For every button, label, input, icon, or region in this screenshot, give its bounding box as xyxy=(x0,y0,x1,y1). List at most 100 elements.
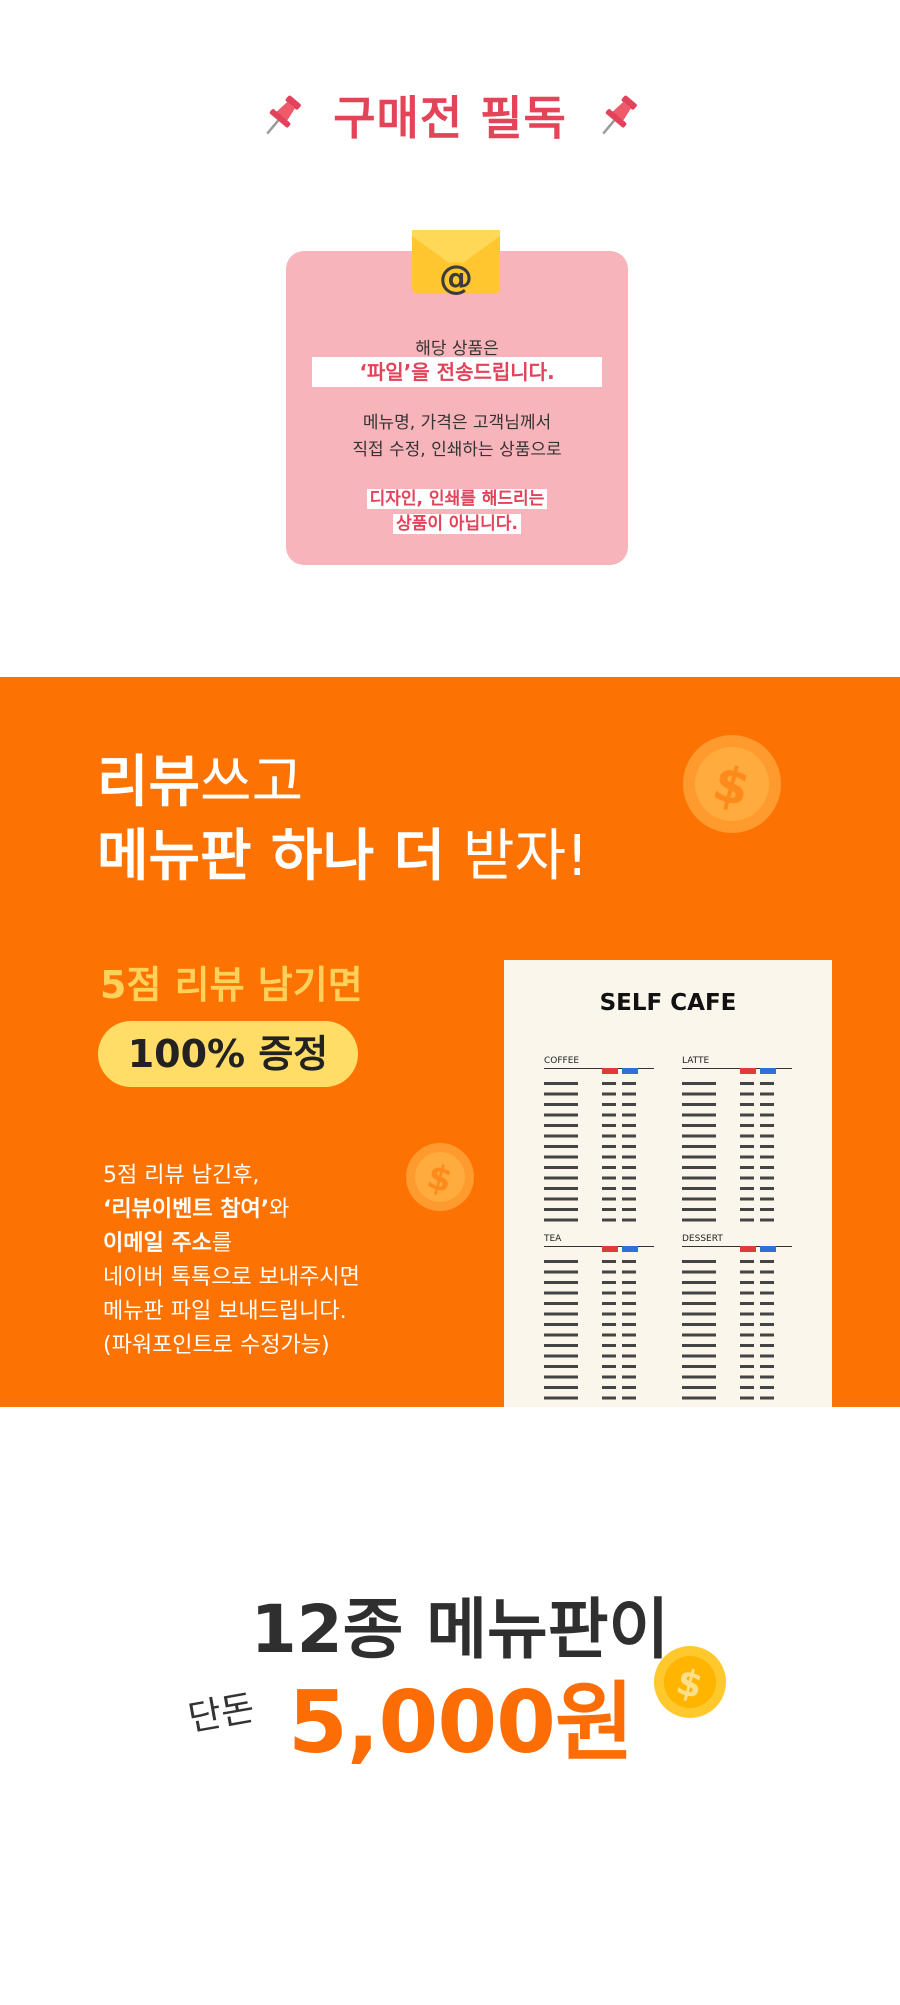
menu-item-line xyxy=(544,1365,578,1368)
instruction-rest: 와 xyxy=(269,1197,290,1222)
dollar-coin-icon: $ xyxy=(406,1143,474,1211)
menu-item-line xyxy=(602,1082,616,1085)
menu-item-line xyxy=(622,1260,636,1263)
menu-item-line xyxy=(544,1166,578,1169)
event-instructions: 5점 리뷰 남긴후, ‘리뷰이벤트 참여’와 이메일 주소를 네이버 톡톡으로 … xyxy=(103,1159,360,1363)
menu-item-line xyxy=(544,1375,578,1379)
menu-item-line xyxy=(544,1113,578,1117)
headline-light: 받자! xyxy=(462,824,589,889)
menu-item-line xyxy=(602,1260,616,1263)
menu-item-line xyxy=(760,1197,774,1201)
menu-item-line xyxy=(544,1134,578,1138)
menu-item-line xyxy=(544,1197,578,1201)
menu-item-line xyxy=(544,1291,578,1295)
menu-item-line xyxy=(760,1155,774,1159)
menu-item-line xyxy=(760,1323,774,1326)
menu-item-line xyxy=(544,1312,578,1316)
menu-item-line xyxy=(760,1365,774,1368)
menu-item-line xyxy=(760,1145,774,1148)
event-headline-1: 리뷰쓰고 xyxy=(97,751,303,815)
menu-item-lines xyxy=(544,1068,776,1400)
menu-item-line xyxy=(682,1344,716,1347)
headline-bold: 메뉴판 하나 더 xyxy=(97,824,446,889)
menu-item-line xyxy=(682,1187,716,1190)
menu-item-line xyxy=(740,1396,754,1400)
instruction-line: 5점 리뷰 남긴후, xyxy=(103,1163,260,1188)
menu-item-line xyxy=(682,1208,716,1211)
headline-bold: 리뷰 xyxy=(97,750,201,815)
menu-item-line xyxy=(622,1113,636,1117)
hot-badge xyxy=(740,1068,756,1074)
menu-item-line xyxy=(740,1302,754,1305)
menu-item-line xyxy=(760,1302,774,1305)
menu-item-line xyxy=(760,1281,774,1284)
menu-item-line xyxy=(740,1166,754,1169)
price-only-label: 단돈 xyxy=(185,1687,258,1740)
menu-item-line xyxy=(760,1333,774,1337)
menu-item-line xyxy=(760,1396,774,1400)
hot-badge xyxy=(740,1246,756,1252)
menu-item-line xyxy=(602,1176,616,1180)
menu-item-line xyxy=(740,1323,754,1326)
menu-item-line xyxy=(760,1134,774,1138)
menu-item-line xyxy=(740,1208,754,1211)
card-highlight-box: ‘파일’을 전송드립니다. xyxy=(312,357,602,387)
menu-item-line xyxy=(602,1312,616,1316)
menu-item-line xyxy=(602,1113,616,1117)
menu-item-line xyxy=(740,1092,754,1096)
menu-item-line xyxy=(622,1166,636,1169)
menu-item-line xyxy=(622,1134,636,1138)
menu-item-line xyxy=(682,1396,716,1400)
menu-item-line xyxy=(740,1197,754,1201)
menu-item-line xyxy=(602,1365,616,1368)
event-subheading: 5점 리뷰 남기면 xyxy=(100,963,363,1007)
menu-item-line xyxy=(622,1145,636,1148)
menu-item-line xyxy=(760,1312,774,1316)
menu-item-line xyxy=(544,1155,578,1159)
menu-item-line xyxy=(622,1302,636,1305)
notice-title-text: 구매전 필독 xyxy=(333,91,567,145)
menu-item-line xyxy=(760,1113,774,1117)
instruction-bold: ‘리뷰이벤트 참여’ xyxy=(103,1197,270,1222)
menu-item-line xyxy=(740,1176,754,1180)
ice-badge xyxy=(760,1246,776,1252)
menu-item-line xyxy=(760,1375,774,1379)
menu-item-line xyxy=(544,1176,578,1180)
menu-item-line xyxy=(622,1365,636,1368)
menu-item-line xyxy=(682,1124,716,1127)
menu-item-line xyxy=(622,1291,636,1295)
menu-item-line xyxy=(602,1344,616,1347)
menu-item-line xyxy=(602,1375,616,1379)
card-line-4: 직접 수정, 인쇄하는 상품으로 xyxy=(352,440,562,460)
menu-item-line xyxy=(740,1187,754,1190)
menu-item-line xyxy=(740,1375,754,1379)
menu-item-line xyxy=(602,1197,616,1201)
menu-item-line xyxy=(740,1354,754,1358)
menu-item-line xyxy=(740,1103,754,1106)
menu-item-line xyxy=(740,1155,754,1159)
menu-item-line xyxy=(622,1333,636,1337)
instruction-line: 이메일 주소를 xyxy=(103,1227,360,1261)
menu-item-line xyxy=(544,1281,578,1284)
menu-item-line xyxy=(602,1281,616,1284)
menu-item-line xyxy=(622,1197,636,1201)
menu-item-line xyxy=(602,1396,616,1400)
menu-item-line xyxy=(544,1103,578,1106)
menu-item-line xyxy=(740,1365,754,1368)
menu-item-line xyxy=(760,1187,774,1190)
menu-item-line xyxy=(760,1124,774,1127)
menu-item-line xyxy=(760,1270,774,1274)
menu-item-line xyxy=(740,1218,754,1222)
menu-item-line xyxy=(622,1124,636,1127)
menu-item-line xyxy=(622,1354,636,1358)
card-line-6: 상품이 아닙니다. xyxy=(393,514,521,534)
menu-item-line xyxy=(544,1218,578,1222)
menu-item-line xyxy=(682,1166,716,1169)
menu-item-line xyxy=(760,1208,774,1211)
pushpin-icon xyxy=(258,91,306,152)
review-event-banner: $ $ 리뷰쓰고 메뉴판 하나 더 받자! 5점 리뷰 남기면 100% 증정 … xyxy=(0,677,900,1407)
menu-item-line xyxy=(602,1155,616,1159)
menu-item-line xyxy=(682,1333,716,1337)
menu-item-line xyxy=(682,1302,716,1305)
menu-item-line xyxy=(622,1312,636,1316)
